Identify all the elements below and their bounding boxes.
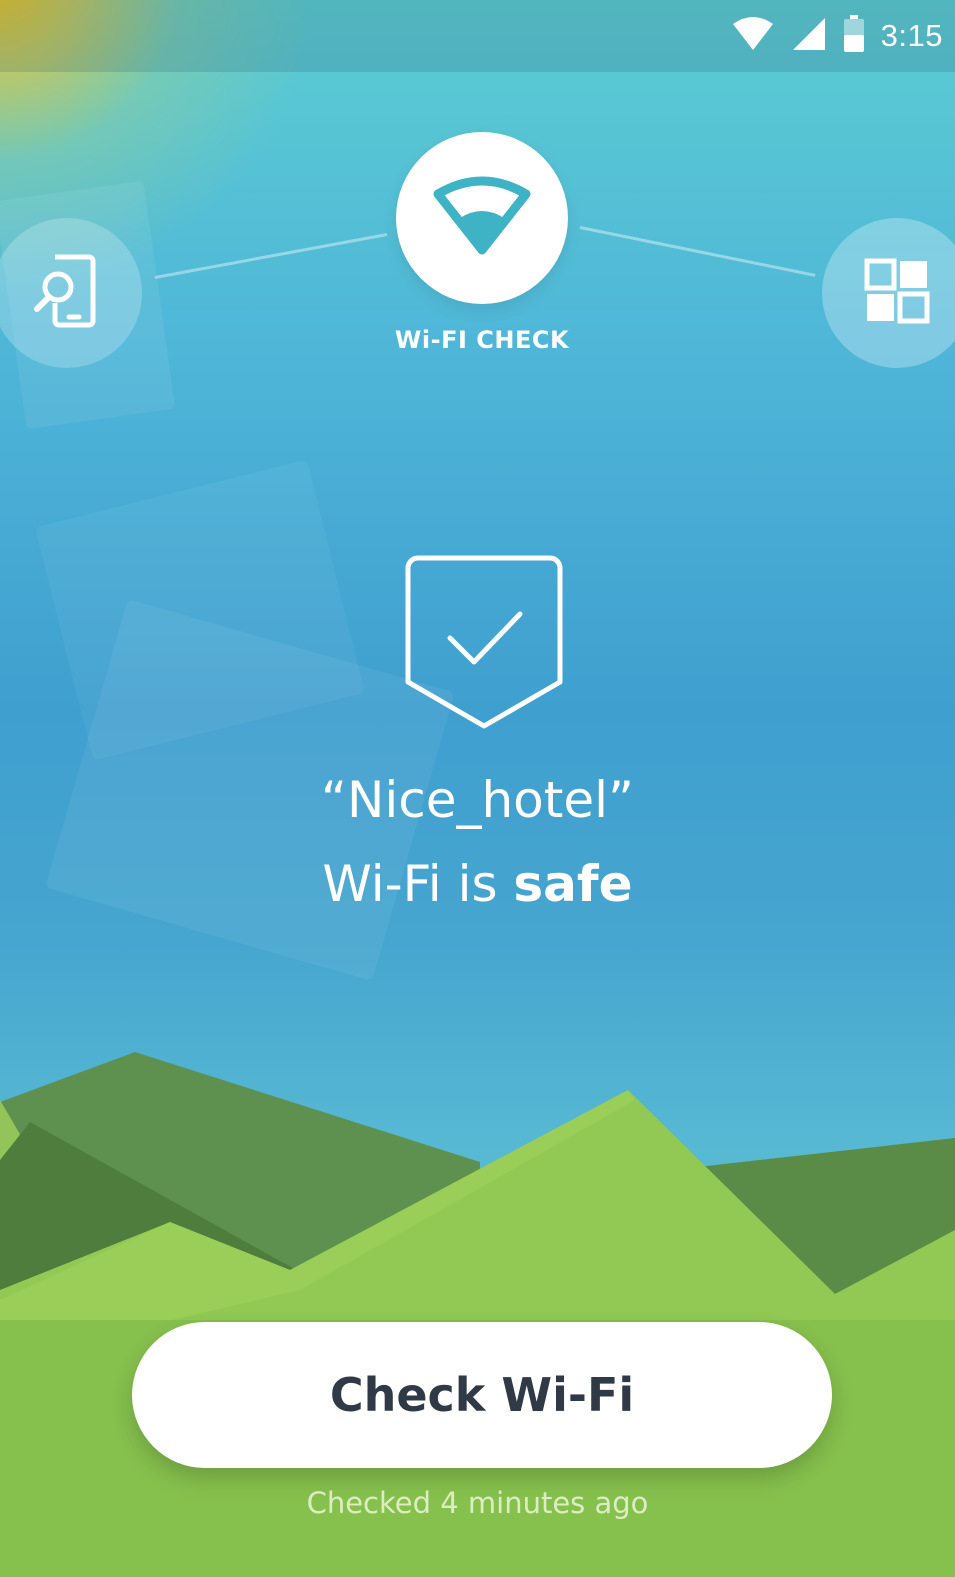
status-time: 3:15	[880, 18, 943, 53]
nav-center-label: Wi-FI CHECK	[394, 326, 570, 354]
battery-icon	[843, 15, 865, 57]
wifi-check-screen: 3:15 Wi-FI CHECK “Nice_hotel” Wi-Fi is s…	[0, 0, 955, 1577]
apps-grid-icon	[864, 258, 930, 328]
wifi-signal-icon	[731, 16, 775, 56]
check-wifi-button[interactable]: Check Wi-Fi	[132, 1322, 832, 1468]
cellular-signal-icon	[791, 16, 827, 56]
status-value: safe	[513, 855, 633, 913]
status-bar: 3:15	[0, 0, 955, 72]
wifi-icon	[432, 176, 532, 260]
wifi-status-message: “Nice_hotel” Wi-Fi is safe	[0, 758, 955, 926]
status-prefix: Wi-Fi is	[322, 855, 498, 913]
phone-search-icon	[31, 251, 103, 335]
shield-check-icon	[400, 552, 568, 734]
last-checked-text: Checked 4 minutes ago	[306, 1486, 649, 1520]
status-icons: 3:15	[731, 14, 943, 58]
nav-wifi-check-button[interactable]	[396, 132, 568, 304]
safety-status-line: Wi-Fi is safe	[0, 842, 955, 926]
network-name: “Nice_hotel”	[321, 771, 634, 829]
